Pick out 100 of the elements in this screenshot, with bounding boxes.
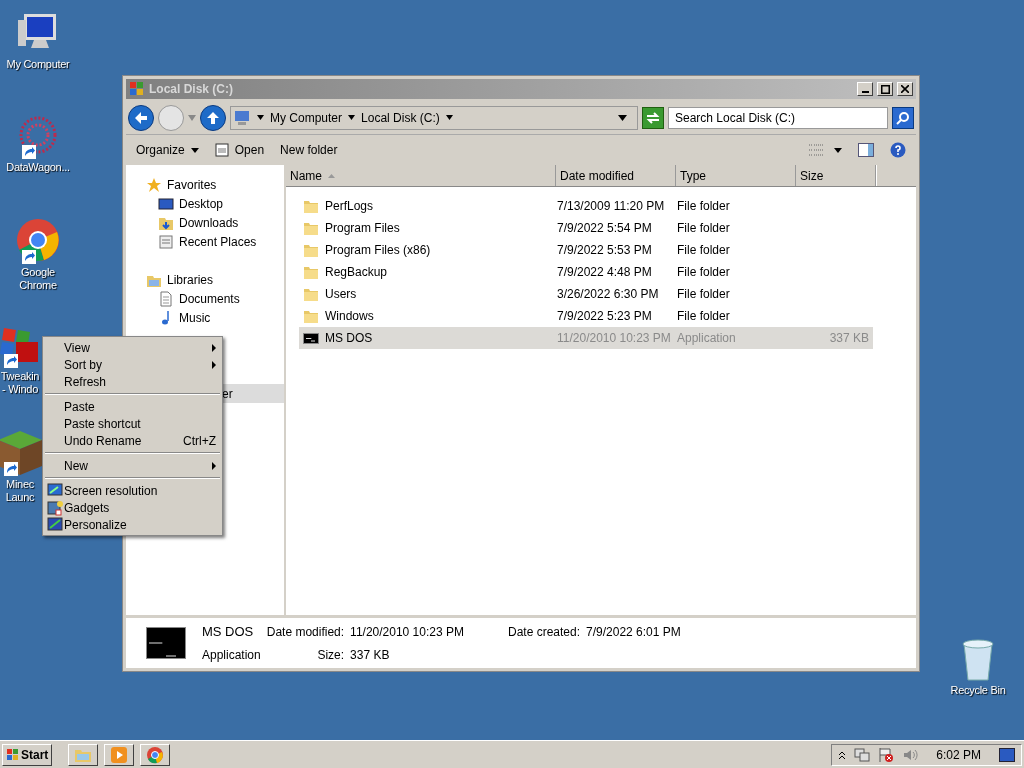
file-row[interactable]: MS DOS 11/20/2010 10:23 PM Application 337 KB	[299, 327, 873, 349]
menu-item[interactable]: View	[43, 339, 222, 356]
column-header[interactable]: Date modified	[556, 165, 676, 186]
taskbar-button[interactable]	[104, 743, 135, 766]
windows-flag-icon	[6, 747, 20, 762]
desktop-icon-label[interactable]: My Computer	[6, 58, 70, 71]
nav-item[interactable]: Music	[126, 308, 284, 327]
gadgets-icon	[47, 499, 63, 516]
computer-small-icon	[233, 108, 251, 127]
clock[interactable]: 6:02 PM	[926, 745, 991, 764]
item-name: MS DOS	[202, 623, 255, 642]
detail-label: Date created:	[507, 624, 580, 642]
file-name: Users	[325, 286, 357, 303]
desktop-icon-label[interactable]: Recycle Bin	[950, 684, 1006, 697]
start-button[interactable]: Start	[2, 743, 53, 766]
file-name: Program Files (x86)	[325, 242, 431, 259]
address-bar[interactable]: My Computer Local Disk (C:)	[230, 105, 638, 130]
folder-icon	[303, 198, 319, 214]
nav-item[interactable]: Downloads	[126, 213, 284, 232]
column-header[interactable]: Size	[796, 165, 876, 186]
window-title: Local Disk (C:)	[149, 81, 233, 98]
detail-value: 11/20/2010 10:23 PM	[350, 624, 465, 642]
breadcrumb[interactable]: My Computer	[270, 108, 343, 127]
desktop-icon-label[interactable]: Minec Launc	[5, 478, 35, 504]
detail-value: 337 KB	[350, 646, 391, 664]
minimize-button[interactable]	[857, 82, 873, 96]
maximize-button[interactable]	[877, 82, 893, 96]
desktop-icon-label[interactable]: Google Chrome	[4, 266, 72, 292]
console-icon	[303, 332, 319, 344]
file-date: 7/13/2009 11:20 PM	[557, 198, 666, 215]
recent-places-icon	[158, 233, 174, 250]
nav-item[interactable]: Recent Places	[126, 232, 284, 251]
file-date: 7/9/2022 5:54 PM	[557, 220, 653, 237]
file-row[interactable]: PerfLogs 7/13/2009 11:20 PM File folder	[299, 195, 873, 217]
file-row[interactable]: Windows 7/9/2022 5:23 PM File folder	[299, 305, 873, 327]
toolbar-button[interactable]: Open	[214, 141, 265, 159]
show-desktop-icon	[999, 747, 1015, 762]
taskbar-button[interactable]	[68, 743, 99, 766]
column-header[interactable]: Name	[286, 165, 556, 186]
maximize-icon	[880, 84, 890, 94]
file-name: Program Files	[325, 220, 400, 237]
document-icon	[158, 290, 174, 307]
file-type: File folder	[677, 308, 731, 325]
dropdown-caret-icon	[618, 114, 627, 121]
close-icon	[901, 85, 909, 93]
file-row[interactable]: Program Files (x86) 7/9/2022 5:53 PM File folder	[299, 239, 873, 261]
refresh-icon	[645, 110, 661, 125]
file-row[interactable]: RegBackup 7/9/2022 4:48 PM File folder	[299, 261, 873, 283]
caret-icon	[445, 115, 453, 120]
detail-label: Size:	[316, 646, 345, 664]
close-button[interactable]	[897, 82, 913, 96]
file-date: 3/26/2022 6:30 PM	[557, 286, 660, 303]
menu-item[interactable]: Paste shortcut	[43, 415, 222, 432]
sort-caret-icon	[328, 173, 335, 178]
up-button[interactable]	[200, 104, 226, 131]
file-name: MS DOS	[325, 330, 373, 347]
toolbar-button[interactable]: Organize	[136, 141, 199, 159]
file-date: 7/9/2022 5:23 PM	[557, 308, 653, 325]
nav-item[interactable]: Desktop	[126, 194, 284, 213]
file-type: File folder	[677, 198, 731, 215]
help-icon	[890, 142, 906, 158]
menu-item[interactable]: Undo Rename Ctrl+Z	[43, 432, 222, 449]
menu-item[interactable]: Gadgets	[43, 499, 222, 516]
caret-icon	[257, 115, 264, 120]
file-date: 11/20/2010 10:23 PM	[557, 330, 672, 347]
menu-item[interactable]: Paste	[43, 398, 222, 415]
nav-item[interactable]: Libraries	[126, 270, 284, 289]
refresh-button[interactable]	[642, 106, 664, 129]
breadcrumb[interactable]: Local Disk (C:)	[361, 108, 440, 127]
folder-icon	[303, 286, 319, 302]
file-type: File folder	[677, 286, 731, 303]
file-type: File folder	[677, 220, 731, 237]
console-window-icon	[146, 627, 186, 659]
search-field[interactable]: Search Local Disk (C:)	[668, 106, 888, 129]
file-date: 7/9/2022 4:48 PM	[557, 264, 653, 281]
nav-item[interactable]: Documents	[126, 289, 284, 308]
back-button[interactable]	[128, 104, 154, 131]
personalize-icon	[47, 516, 63, 533]
monitor-icon	[47, 482, 63, 499]
caret-icon	[834, 147, 842, 153]
nav-item[interactable]: Favorites	[126, 175, 284, 194]
menu-item[interactable]: New	[43, 457, 222, 474]
desktop-icon	[158, 195, 174, 212]
menu-item[interactable]: Sort by	[43, 356, 222, 373]
menu-item[interactable]: Screen resolution	[43, 482, 222, 499]
file-date: 7/9/2022 5:53 PM	[557, 242, 653, 259]
shortcut-text: Ctrl+Z	[183, 432, 216, 450]
search-icon	[896, 110, 910, 125]
file-row[interactable]: Users 3/26/2022 6:30 PM File folder	[299, 283, 873, 305]
menu-item[interactable]: Refresh	[43, 373, 222, 390]
column-header[interactable]: Type	[676, 165, 796, 186]
desktop-icon-label[interactable]: DataWagon...	[6, 161, 70, 174]
search-button[interactable]	[892, 106, 914, 129]
taskbar-button[interactable]	[140, 743, 171, 766]
file-name: PerfLogs	[325, 198, 374, 215]
menu-item[interactable]: Personalize	[43, 516, 222, 533]
media-player-icon	[110, 745, 129, 764]
desktop-icon-label[interactable]: Tweakin - Windo	[0, 370, 40, 396]
toolbar-button[interactable]: New folder	[280, 141, 338, 159]
file-row[interactable]: Program Files 7/9/2022 5:54 PM File folder	[299, 217, 873, 239]
